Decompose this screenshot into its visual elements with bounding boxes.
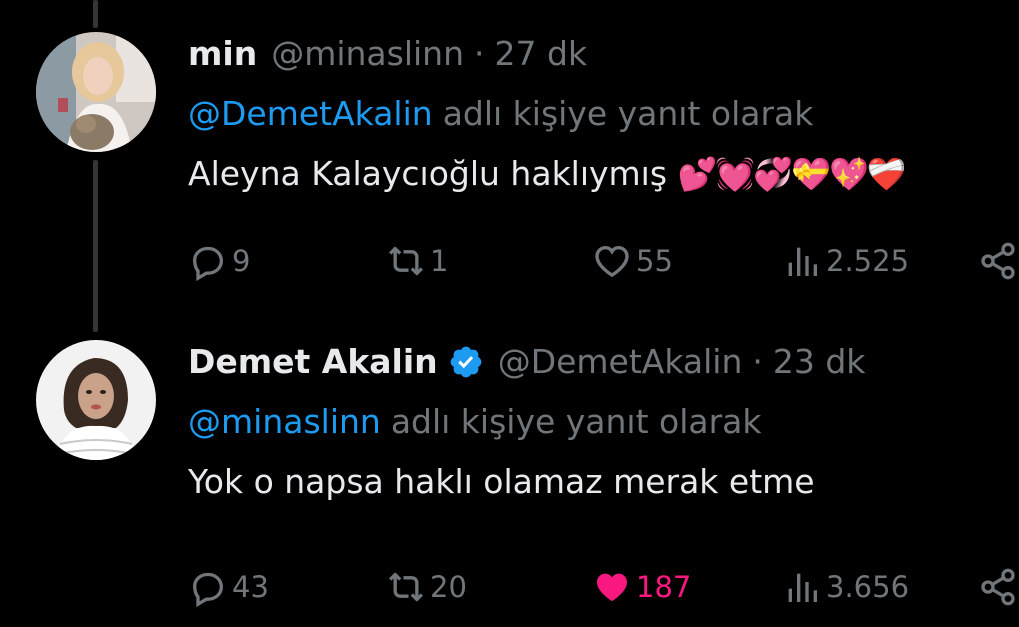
- views-count: 2.525: [826, 244, 910, 278]
- tweet-header: Demet Akalin @DemetAkalin · 23 dk: [188, 340, 1019, 384]
- reply-icon: [192, 246, 224, 281]
- reply-suffix-text: adlı kişiye yanıt olarak: [442, 94, 814, 133]
- retweet-button[interactable]: 20: [386, 562, 467, 612]
- display-name[interactable]: min: [188, 32, 257, 76]
- tweet-demet-akalin[interactable]: Demet Akalin @DemetAkalin · 23 dk @minas…: [0, 320, 1019, 627]
- retweet-icon: [388, 572, 424, 602]
- action-bar: 43 20 187 3.656: [188, 562, 1019, 612]
- reply-button[interactable]: 9: [188, 236, 250, 286]
- reply-count: 43: [232, 570, 269, 604]
- like-button-active[interactable]: 187: [592, 562, 691, 612]
- reply-icon: [192, 572, 224, 607]
- tweet-text-body: Aleyna Kalaycıoğlu haklıymış: [188, 154, 668, 193]
- timestamp[interactable]: 23 dk: [773, 340, 866, 384]
- reply-mention-link[interactable]: @DemetAkalin: [188, 94, 433, 133]
- share-button[interactable]: [978, 236, 1018, 286]
- views-icon: [788, 247, 817, 276]
- views-count: 3.656: [826, 570, 910, 604]
- reply-button[interactable]: 43: [188, 562, 269, 612]
- emoji-sequence: 💕💓💞💝💖❤️‍🩹: [677, 155, 907, 193]
- timestamp[interactable]: 27 dk: [495, 32, 588, 76]
- like-count: 187: [636, 570, 692, 604]
- reply-context: @DemetAkalin adlı kişiye yanıt olarak: [188, 92, 1019, 136]
- verified-badge-icon[interactable]: [448, 344, 484, 380]
- reply-count: 9: [232, 244, 251, 278]
- separator-dot: ·: [752, 342, 763, 381]
- tweet-min[interactable]: min @minaslinn · 27 dk @DemetAkalin adlı …: [0, 0, 1019, 320]
- views-button[interactable]: 3.656: [782, 562, 909, 612]
- separator-dot: ·: [474, 34, 485, 73]
- user-handle[interactable]: @minaslinn: [271, 32, 464, 76]
- views-icon: [788, 573, 817, 602]
- avatar-min[interactable]: [36, 32, 156, 152]
- display-name[interactable]: Demet Akalin: [188, 340, 438, 384]
- action-bar: 9 1 55 2.525: [188, 236, 1019, 286]
- tweet-text: Yok o napsa haklı olamaz merak etme: [188, 460, 1019, 504]
- tweet-thread: min @minaslinn · 27 dk @DemetAkalin adlı …: [0, 0, 1019, 627]
- views-button[interactable]: 2.525: [782, 236, 909, 286]
- like-button[interactable]: 55: [592, 236, 673, 286]
- user-handle[interactable]: @DemetAkalin: [498, 340, 743, 384]
- tweet-content: Demet Akalin @DemetAkalin · 23 dk @minas…: [188, 340, 1019, 607]
- tweet-text: Aleyna Kalaycıoğlu haklıymış 💕💓💞💝💖❤️‍🩹: [188, 152, 1019, 196]
- tweet-text-body: Yok o napsa haklı olamaz merak etme: [188, 462, 815, 501]
- reply-mention-link[interactable]: @minaslinn: [188, 402, 381, 441]
- tweet-header: min @minaslinn · 27 dk: [188, 32, 1019, 76]
- reply-context: @minaslinn adlı kişiye yanıt olarak: [188, 400, 1019, 444]
- share-button[interactable]: [978, 562, 1018, 612]
- avatar-demet-akalin[interactable]: [36, 340, 156, 460]
- share-icon: [981, 242, 1015, 280]
- heart-icon: [595, 245, 629, 278]
- reply-suffix-text: adlı kişiye yanıt olarak: [390, 402, 762, 441]
- thread-line-connector: [93, 160, 98, 332]
- heart-filled-icon: [597, 573, 627, 602]
- retweet-icon: [388, 246, 424, 276]
- tweet-content: min @minaslinn · 27 dk @DemetAkalin adlı …: [188, 32, 1019, 281]
- retweet-count: 1: [430, 244, 449, 278]
- retweet-button[interactable]: 1: [386, 236, 448, 286]
- retweet-count: 20: [430, 570, 467, 604]
- share-icon: [981, 568, 1015, 606]
- like-count: 55: [636, 244, 673, 278]
